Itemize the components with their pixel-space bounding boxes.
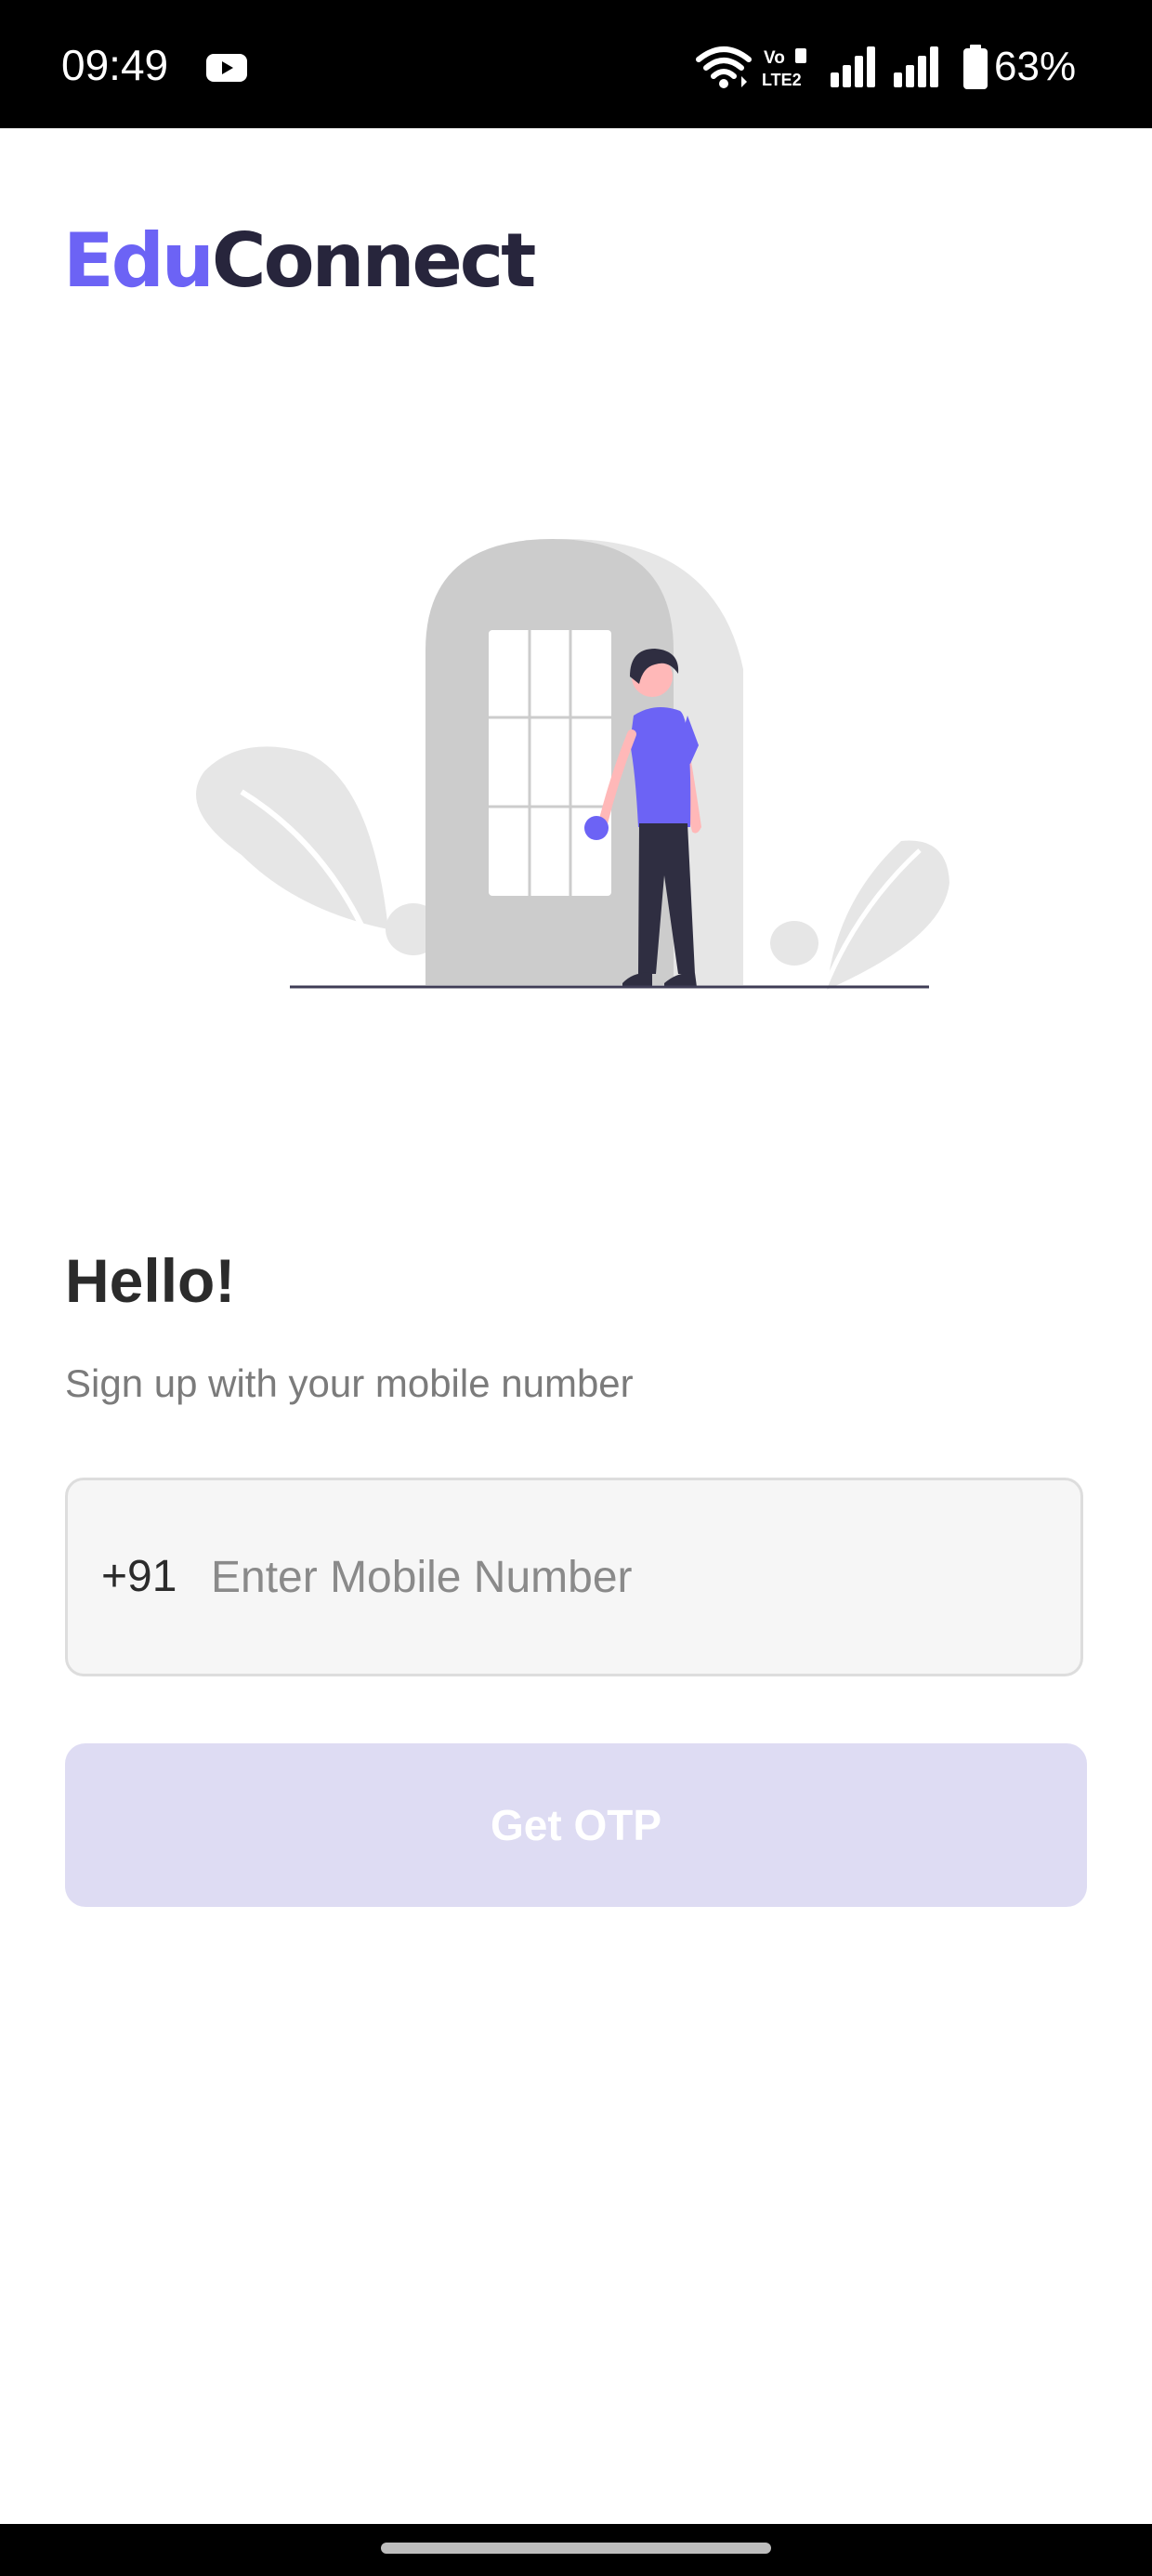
get-otp-button[interactable]: Get OTP: [65, 1743, 1087, 1907]
greeting-title: Hello!: [65, 1246, 236, 1315]
mobile-number-field[interactable]: +91: [65, 1478, 1083, 1676]
navigation-bar: [0, 2524, 1152, 2576]
battery-icon: [963, 45, 988, 89]
status-bar: 09:49 Vo LTE2 63%: [0, 0, 1152, 128]
status-time: 09:49: [61, 41, 169, 89]
mobile-number-input[interactable]: [211, 1540, 1047, 1614]
svg-text:LTE2: LTE2: [762, 71, 802, 89]
app-logo: EduConnect: [63, 210, 536, 312]
svg-text:Vo: Vo: [764, 48, 785, 68]
logo-text-edu: Edu: [63, 217, 215, 304]
home-indicator[interactable]: [381, 2543, 771, 2554]
volte-icon: Vo LTE2: [762, 48, 806, 89]
country-code[interactable]: +91: [101, 1549, 177, 1605]
signal-icon: [894, 46, 938, 87]
signup-screen: 09:49 Vo LTE2 63% EduConnect Hello! Sign…: [0, 0, 1152, 2576]
signal-icon: [831, 46, 875, 87]
youtube-icon: [206, 54, 247, 82]
logo-text-connect: Connect: [211, 217, 536, 304]
greeting-subtitle: Sign up with your mobile number: [65, 1361, 634, 1405]
door-illustration: [196, 539, 949, 995]
wifi-icon: [696, 46, 752, 88]
battery-percentage: 63%: [994, 44, 1077, 89]
